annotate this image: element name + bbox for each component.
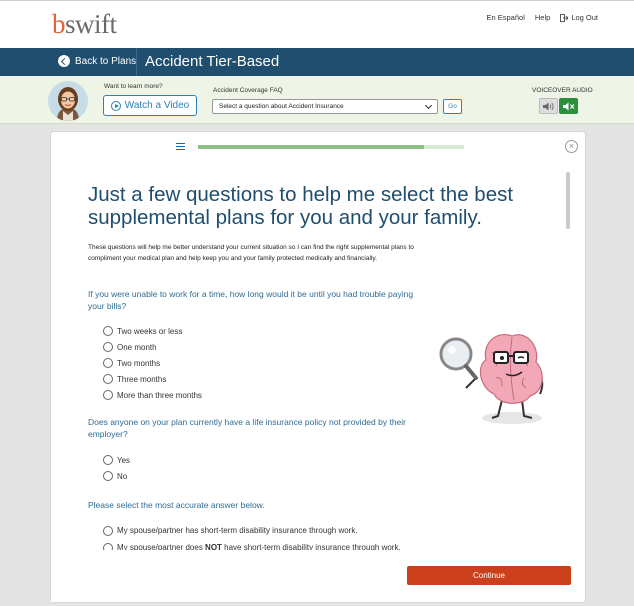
top-header: bswift En Español Help Log Out <box>0 0 634 48</box>
faq-question-select[interactable]: Select a question about Accident Insuran… <box>212 99 438 114</box>
intro-text: These questions will help me better unde… <box>88 244 414 262</box>
radio-button[interactable] <box>103 374 113 384</box>
watch-video-label: Watch a Video <box>124 100 190 111</box>
speaker-on-icon <box>542 102 554 110</box>
radio-button[interactable] <box>103 455 113 465</box>
logout-icon <box>560 13 569 22</box>
option-item[interactable]: One month <box>103 339 202 355</box>
faq-label: Accident Coverage FAQ <box>213 87 283 94</box>
nav-bar: Back to Plans Accident Tier-Based <box>0 48 634 76</box>
faq-select-value: Select a question about Accident Insuran… <box>219 103 344 110</box>
radio-button[interactable] <box>103 390 113 400</box>
voiceover-label: VOICEOVER AUDIO <box>532 87 593 94</box>
close-icon[interactable]: × <box>565 140 578 153</box>
option-item[interactable]: Two weeks or less <box>103 323 202 339</box>
advisor-avatar <box>48 81 88 121</box>
speaker-mute-icon <box>562 102 574 110</box>
chevron-down-icon <box>424 101 433 110</box>
top-links: En Español Help Log Out <box>487 13 599 22</box>
watch-video-button[interactable]: Watch a Video <box>103 95 197 116</box>
progress-bar <box>198 145 464 149</box>
main-heading: Just a few questions to help me select t… <box>88 183 514 229</box>
page-title: Accident Tier-Based <box>145 53 280 70</box>
radio-button[interactable] <box>103 471 113 481</box>
option-item[interactable]: Three months <box>103 371 202 387</box>
question-work-absence: If you were unable to work for a time, h… <box>88 289 414 311</box>
question-spouse-disability: Please select the most accurate answer b… <box>88 500 265 510</box>
back-label: Back to Plans <box>75 55 137 67</box>
back-to-plans-button[interactable]: Back to Plans <box>58 55 136 67</box>
options-life-insurance: Yes No <box>103 452 130 484</box>
back-arrow-icon <box>58 55 70 67</box>
options-work-absence: Two weeks or less One month Two months T… <box>103 323 202 403</box>
menu-icon[interactable] <box>176 143 185 150</box>
logout-link[interactable]: Log Out <box>560 13 598 22</box>
voiceover-on-button[interactable] <box>539 98 558 114</box>
brain-mascot-illustration <box>439 334 544 424</box>
radio-button[interactable] <box>103 342 113 352</box>
radio-button[interactable] <box>103 525 113 536</box>
progress-fill <box>198 145 425 149</box>
scrollbar-thumb[interactable] <box>566 172 570 229</box>
question-life-insurance: Does anyone on your plan currently have … <box>88 417 406 439</box>
help-link[interactable]: Help <box>535 13 550 22</box>
radio-button[interactable] <box>103 358 113 368</box>
option-item[interactable]: Two months <box>103 355 202 371</box>
radio-button[interactable] <box>103 326 113 336</box>
nav-divider <box>136 48 137 76</box>
option-item[interactable]: Yes <box>103 452 130 468</box>
continue-button[interactable]: Continue <box>407 566 571 585</box>
option-item[interactable]: No <box>103 468 130 484</box>
spanish-link[interactable]: En Español <box>487 13 525 22</box>
play-icon <box>110 100 121 111</box>
logout-label: Log Out <box>571 13 598 22</box>
learn-more-label: Want to learn more? <box>104 83 163 90</box>
bswift-logo[interactable]: bswift <box>52 9 117 40</box>
option-item[interactable]: My spouse/partner has short-term disabil… <box>103 522 401 539</box>
faq-go-button[interactable]: Go <box>443 99 462 114</box>
option-item[interactable]: More than three months <box>103 387 202 403</box>
voiceover-mute-button[interactable] <box>559 98 578 114</box>
